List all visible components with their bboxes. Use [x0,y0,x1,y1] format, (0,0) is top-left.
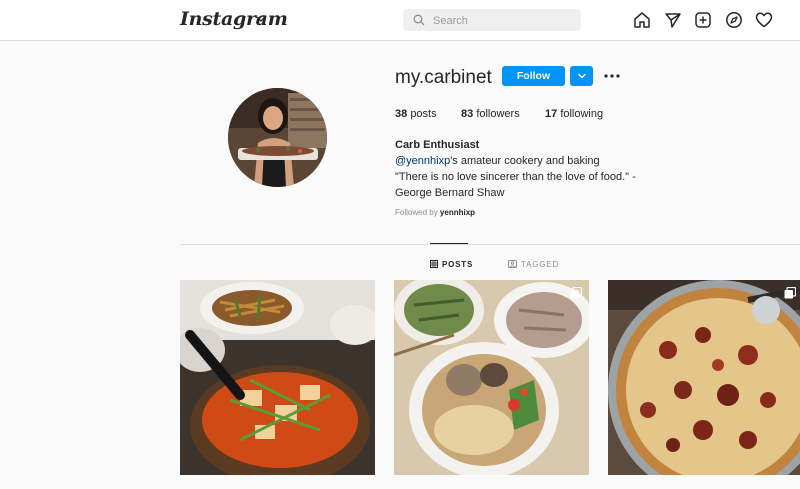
tab-posts-label: POSTS [442,259,474,269]
post-thumbnail[interactable] [394,280,589,475]
followed-by-user[interactable]: yennhixp [440,208,475,217]
new-post-icon[interactable] [694,11,712,29]
tab-posts[interactable]: POSTS [430,258,473,270]
profile-username: my.carbinet [395,67,492,88]
bio-line-3: George Bernard Shaw [395,187,505,199]
tabs-divider [180,244,800,245]
explore-icon[interactable] [725,11,743,29]
search-input[interactable] [431,11,575,31]
following-label: following [560,108,604,120]
activity-heart-icon[interactable] [755,11,773,29]
followed-by-prefix: Followed by [395,208,438,217]
post-thumbnail[interactable] [608,280,800,475]
followers-label: followers [476,108,520,120]
direct-message-icon[interactable] [664,11,682,29]
multiple-images-icon [570,287,582,299]
posts-count: 38 [395,108,408,120]
profile-bio: Carb Enthusiast @yennhixp's amateur cook… [395,137,655,201]
follow-button[interactable]: Follow [502,66,565,86]
chevron-down-icon [577,73,586,79]
following-count: 17 [545,108,558,120]
tab-tagged-label: TAGGED [521,259,559,269]
home-icon[interactable] [633,11,651,29]
noodle-soup-photo [394,280,589,475]
posts-count-stat: 38 posts [395,108,437,120]
profile-avatar[interactable] [228,88,327,187]
tab-tagged[interactable]: TAGGED [508,258,559,270]
grid-icon [430,260,438,268]
pizza-photo [608,280,800,475]
bio-line-2: "There is no love sincerer than the love… [395,171,636,183]
tagged-icon [508,260,517,268]
bio-mention-link[interactable]: @yennhixp [395,155,450,167]
profile-display-name: Carb Enthusiast [395,139,480,151]
bio-line-1-text: 's amateur cookery and baking [450,155,600,167]
top-nav-bar: Instagram [0,0,800,41]
chevron-down-icon[interactable] [256,14,266,24]
instagram-logo[interactable]: Instagram [180,8,288,30]
kimchi-stew-photo [180,280,375,475]
followed-by[interactable]: Followed by yennhixp [395,208,475,217]
bio-line-1: @yennhixp's amateur cookery and baking [395,153,655,169]
search-box[interactable] [403,9,581,31]
followers-count: 83 [461,108,474,120]
suggested-accounts-button[interactable] [570,66,593,86]
posts-label: posts [410,108,437,120]
followers-stat[interactable]: 83 followers [461,108,520,120]
post-thumbnail[interactable] [180,280,375,475]
multiple-images-icon [784,287,796,299]
more-options-icon[interactable] [603,68,621,84]
search-icon [413,14,425,26]
following-stat[interactable]: 17 following [545,108,603,120]
active-tab-indicator [430,243,468,244]
